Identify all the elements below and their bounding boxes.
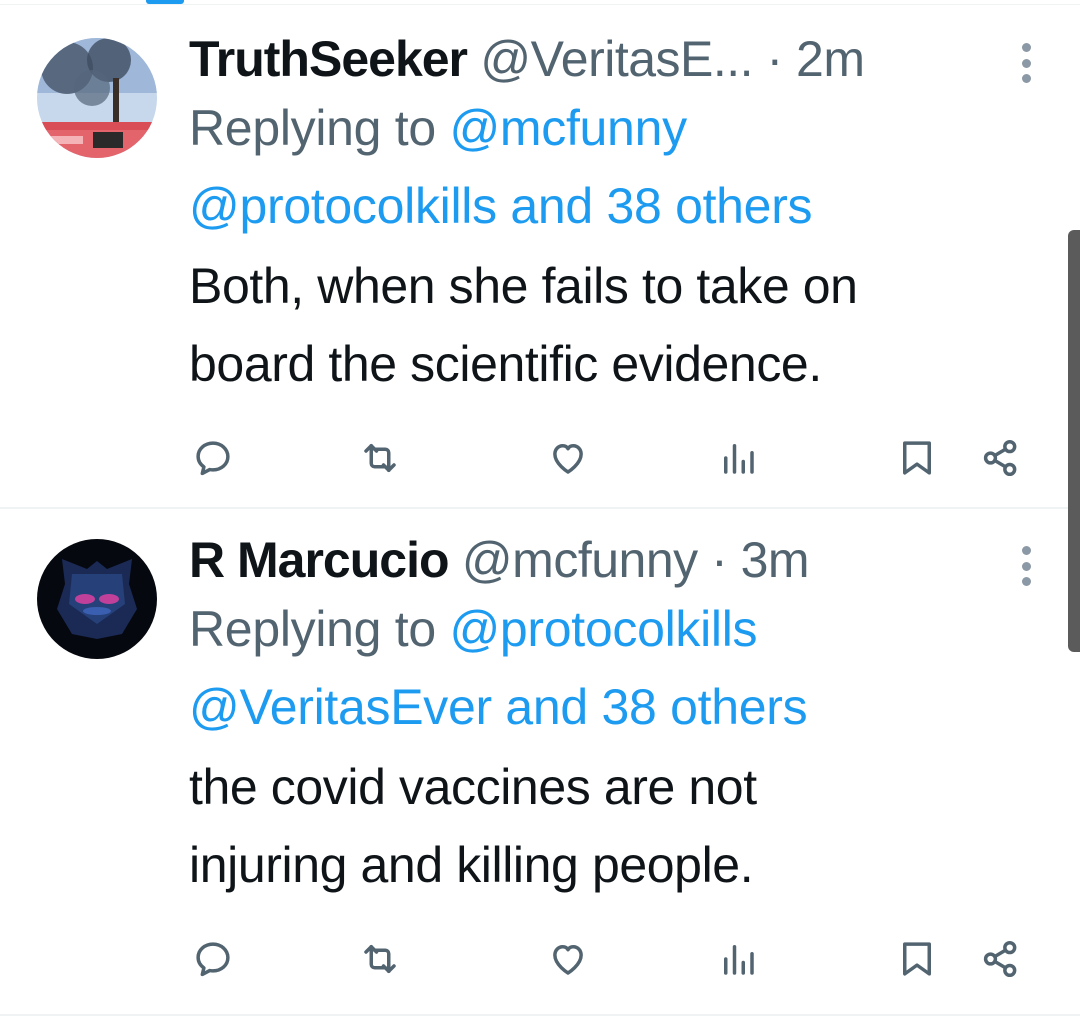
avatar-image: [37, 539, 157, 659]
reply-prefix: Replying to: [189, 100, 436, 156]
tweet-text-line: Both, when she fails to take on: [189, 258, 858, 314]
reply-button[interactable]: [191, 937, 235, 981]
reply-icon: [196, 942, 230, 977]
avatar-image: [37, 38, 157, 158]
retweet-icon: [364, 444, 396, 472]
action-bar: [0, 436, 1080, 480]
tweet-content: TruthSeeker @VeritasE... · 2m Replying t…: [189, 29, 1029, 403]
reply-mention[interactable]: @mcfunny: [449, 100, 687, 156]
timestamp[interactable]: 2m: [796, 31, 865, 87]
tweet-text-line: board the scientific evidence.: [189, 336, 822, 392]
bookmark-icon: [903, 942, 931, 976]
share-button[interactable]: [979, 436, 1023, 480]
like-button[interactable]: [546, 436, 590, 480]
bookmark-icon: [903, 441, 931, 475]
avatar[interactable]: [37, 38, 157, 158]
reply-context: Replying to @mcfunny @protocolkills and …: [189, 89, 1029, 245]
tweet-header: TruthSeeker @VeritasE... · 2m: [189, 29, 1029, 89]
views-icon: [724, 945, 754, 975]
reply-prefix: Replying to: [189, 601, 436, 657]
bookmark-button[interactable]: [895, 937, 939, 981]
tweet-rmarcucio[interactable]: R Marcucio @mcfunny · 3m Replying to @pr…: [0, 512, 1080, 1014]
views-icon: [724, 444, 754, 474]
views-button[interactable]: [716, 436, 760, 480]
reply-button[interactable]: [191, 436, 235, 480]
display-name[interactable]: R Marcucio: [189, 532, 450, 588]
reply-mention-others[interactable]: @VeritasEver and 38 others: [189, 679, 808, 735]
tweet-text: Both, when she fails to take on board th…: [189, 247, 1029, 403]
reply-context: Replying to @protocolkills @VeritasEver …: [189, 590, 1029, 746]
reply-mention-others[interactable]: @protocolkills and 38 others: [189, 178, 813, 234]
tweet-text-line: injuring and killing people.: [189, 837, 754, 893]
timestamp[interactable]: 3m: [741, 532, 810, 588]
bookmark-button[interactable]: [895, 436, 939, 480]
reply-mention[interactable]: @protocolkills: [449, 601, 757, 657]
user-handle[interactable]: @mcfunny: [462, 532, 698, 588]
retweet-button[interactable]: [358, 436, 402, 480]
tweet-divider: [0, 507, 1080, 509]
tweet-truthseeker[interactable]: TruthSeeker @VeritasE... · 2m Replying t…: [0, 5, 1080, 507]
share-icon: [983, 439, 1017, 477]
tweet-text: the covid vaccines are not injuring and …: [189, 748, 1029, 904]
like-button[interactable]: [546, 937, 590, 981]
separator: ·: [766, 31, 783, 87]
heart-icon: [553, 444, 583, 474]
reply-icon: [196, 441, 230, 476]
views-button[interactable]: [716, 937, 760, 981]
tweet-header: R Marcucio @mcfunny · 3m: [189, 530, 1029, 590]
scrollbar[interactable]: [1068, 230, 1080, 652]
heart-icon: [553, 945, 583, 975]
user-handle[interactable]: @VeritasE...: [480, 31, 753, 87]
avatar[interactable]: [37, 539, 157, 659]
retweet-icon: [364, 945, 396, 973]
share-button[interactable]: [979, 937, 1023, 981]
tweet-text-line: the covid vaccines are not: [189, 759, 757, 815]
share-icon: [983, 940, 1017, 978]
display-name[interactable]: TruthSeeker: [189, 31, 468, 87]
action-bar: [0, 937, 1080, 981]
tweet-divider: [0, 1014, 1080, 1016]
separator: ·: [711, 532, 728, 588]
retweet-button[interactable]: [358, 937, 402, 981]
tweet-content: R Marcucio @mcfunny · 3m Replying to @pr…: [189, 530, 1029, 904]
